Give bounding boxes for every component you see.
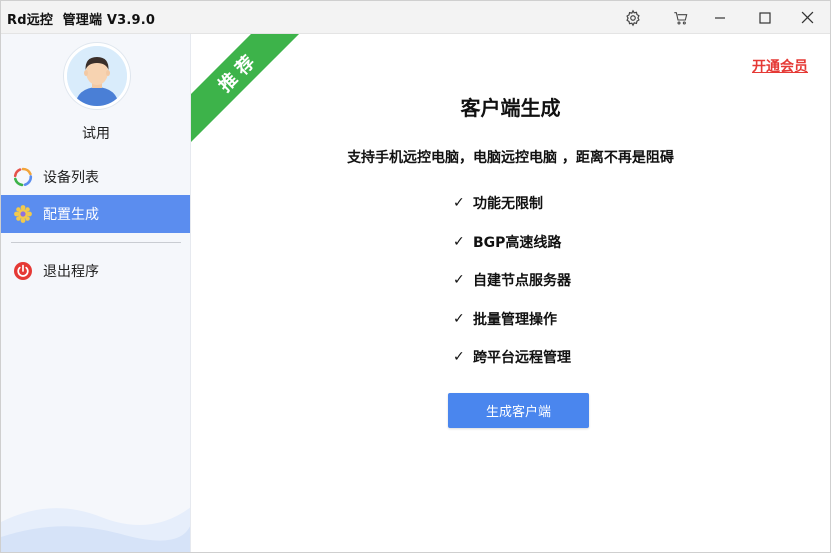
check-icon: ✓ bbox=[453, 195, 465, 212]
sidebar: 试用 设备列表 配置生成 退出程序 bbox=[1, 34, 191, 552]
cart-icon bbox=[674, 11, 688, 25]
minimize-icon bbox=[715, 16, 725, 19]
page-title: 客户端生成 bbox=[460, 96, 561, 120]
feature-list: ✓ 功能无限制 ✓ BGP高速线路 ✓ 自建节点服务器 ✓ 批量管理操作 ✓ 跨… bbox=[453, 184, 571, 377]
feature-text: 跨平台远程管理 bbox=[473, 350, 571, 367]
maximize-button[interactable] bbox=[743, 1, 787, 34]
check-icon: ✓ bbox=[453, 310, 465, 327]
gear-icon bbox=[626, 9, 640, 26]
sidebar-item-exit[interactable]: 退出程序 bbox=[1, 252, 190, 290]
close-button[interactable] bbox=[785, 1, 829, 34]
settings-button[interactable] bbox=[611, 1, 655, 34]
user-avatar-icon bbox=[67, 46, 127, 106]
username: 试用 bbox=[82, 126, 110, 142]
sidebar-item-label: 设备列表 bbox=[43, 170, 99, 186]
feature-text: 自建节点服务器 bbox=[473, 273, 571, 290]
avatar[interactable] bbox=[64, 43, 130, 109]
device-list-icon bbox=[13, 167, 33, 187]
feature-text: 功能无限制 bbox=[473, 196, 543, 213]
feature-item: ✓ 功能无限制 bbox=[453, 184, 571, 223]
sidebar-item-device-list[interactable]: 设备列表 bbox=[1, 158, 190, 196]
recommend-ribbon: 推荐 bbox=[191, 34, 301, 144]
power-icon bbox=[13, 261, 33, 281]
check-icon: ✓ bbox=[453, 349, 465, 366]
app-window: Rd远控 管理端 V3.9.0 试用 设备列表 配置生成 退出程序 推荐 开通会… bbox=[0, 0, 831, 553]
main-panel: 推荐 开通会员 客户端生成 支持手机远控电脑，电脑远控电脑 ，距离不再是阻碍 ✓… bbox=[191, 34, 830, 552]
open-vip-link[interactable]: 开通会员 bbox=[752, 56, 808, 76]
sidebar-item-label: 配置生成 bbox=[43, 207, 99, 223]
ribbon-text: 推荐 bbox=[214, 47, 264, 97]
feature-text: 批量管理操作 bbox=[473, 311, 557, 328]
feature-item: ✓ 跨平台远程管理 bbox=[453, 338, 571, 377]
window-title: Rd远控 管理端 V3.9.0 bbox=[7, 13, 156, 28]
sidebar-item-label: 退出程序 bbox=[43, 264, 99, 280]
feature-item: ✓ BGP高速线路 bbox=[453, 223, 571, 262]
title-bar[interactable]: Rd远控 管理端 V3.9.0 bbox=[1, 1, 830, 34]
sidebar-divider bbox=[11, 242, 181, 243]
feature-text: BGP高速线路 bbox=[473, 234, 562, 251]
cart-button[interactable] bbox=[659, 1, 703, 34]
feature-item: ✓ 批量管理操作 bbox=[453, 300, 571, 339]
maximize-icon bbox=[759, 11, 771, 24]
sidebar-item-config-generate[interactable]: 配置生成 bbox=[1, 195, 190, 233]
feature-item: ✓ 自建节点服务器 bbox=[453, 261, 571, 300]
gear-flower-icon bbox=[13, 204, 33, 224]
check-icon: ✓ bbox=[453, 233, 465, 250]
sidebar-wave-decoration bbox=[1, 507, 190, 552]
page-subtitle: 支持手机远控电脑，电脑远控电脑 ，距离不再是阻碍 bbox=[347, 150, 674, 166]
check-icon: ✓ bbox=[453, 272, 465, 289]
generate-client-button[interactable]: 生成客户端 bbox=[448, 393, 589, 428]
close-icon bbox=[801, 11, 813, 24]
minimize-button[interactable] bbox=[698, 1, 742, 34]
